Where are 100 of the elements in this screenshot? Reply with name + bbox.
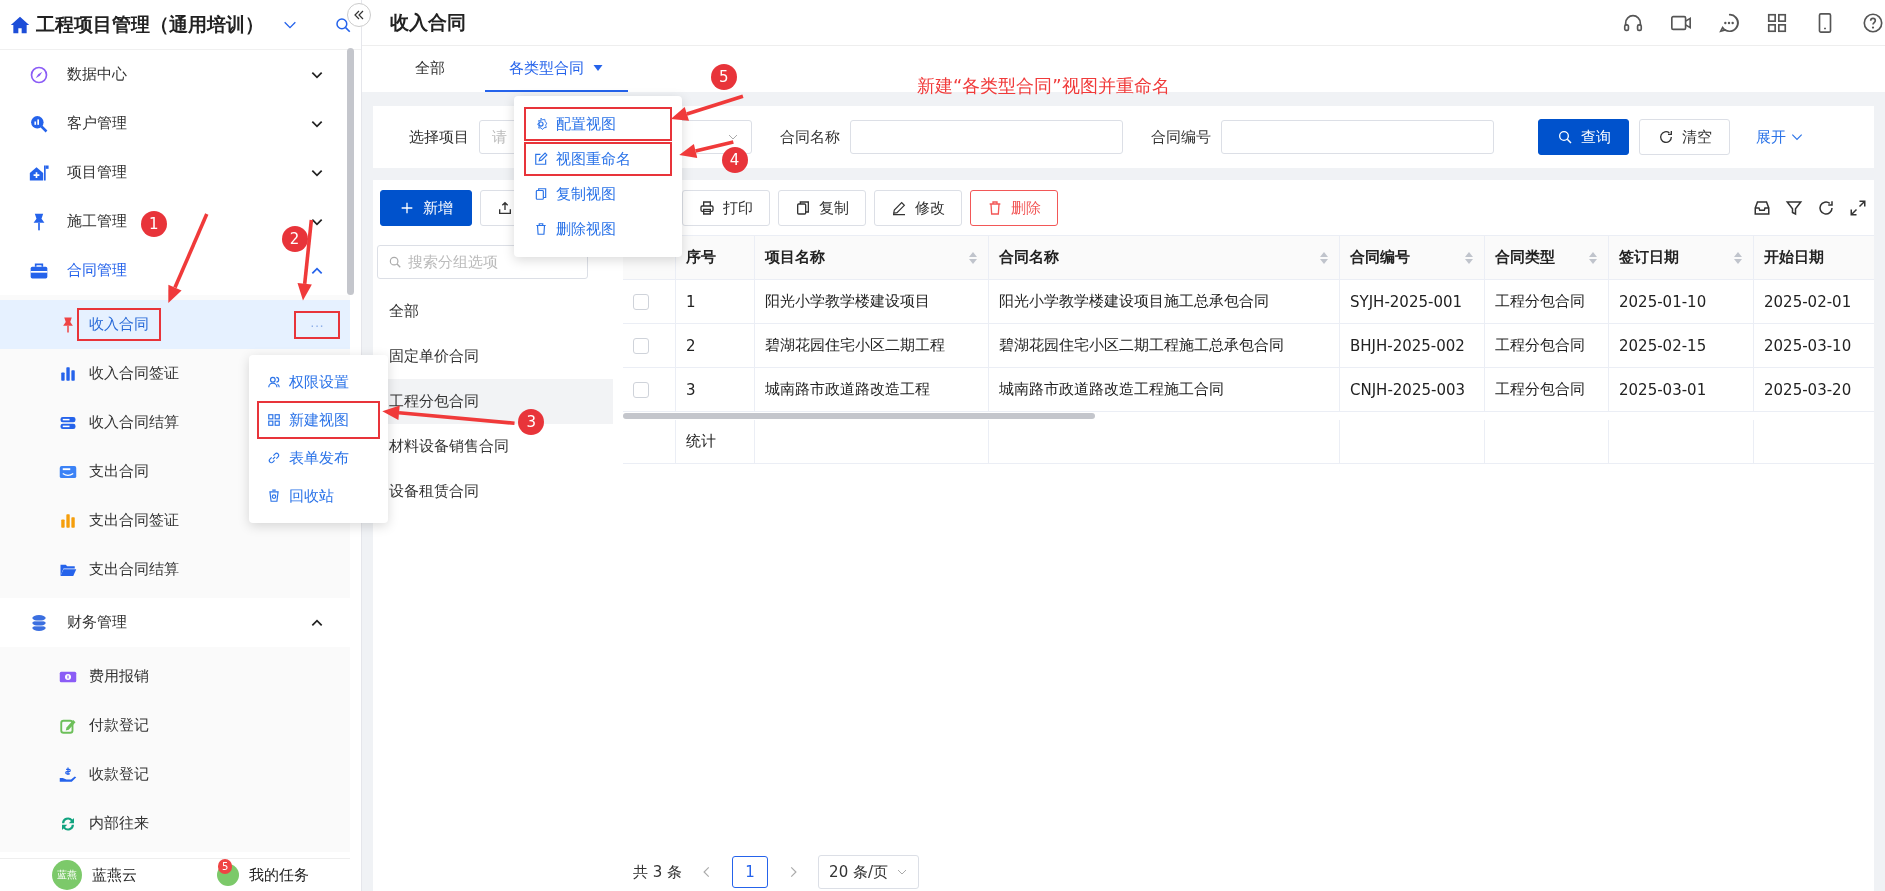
view-tab[interactable]: 各类型合同 — [485, 46, 628, 92]
row-checkbox[interactable] — [633, 381, 649, 398]
menu-option[interactable]: 删除视图 — [524, 212, 672, 246]
link-icon — [267, 451, 281, 465]
menu-item[interactable]: 支出合同结算 — [77, 553, 340, 586]
menu-group[interactable]: 财务管理 — [67, 613, 127, 631]
filter-button[interactable]: 查询 — [1538, 119, 1629, 155]
menu-group[interactable]: 项目管理 — [67, 163, 127, 181]
menu-item[interactable]: 费用报销 — [77, 660, 340, 693]
menu-group[interactable]: 数据中心 — [67, 65, 127, 83]
annotation-note: 新建“各类型合同”视图并重命名 — [917, 74, 1170, 98]
menu-item[interactable]: 收款登记 — [77, 758, 340, 791]
page-button[interactable]: 1 — [732, 856, 769, 888]
menu-item[interactable]: 内部往来 — [77, 807, 340, 840]
expand-link[interactable]: 展开 — [1756, 127, 1804, 147]
filter-label: 合同名称 — [780, 127, 840, 147]
help-icon[interactable] — [1862, 11, 1884, 34]
copy-icon — [534, 187, 548, 201]
scrollbar-thumb[interactable] — [347, 48, 354, 295]
table-cell: 阳光小学教学楼建设项目施工总承包合同 — [999, 292, 1269, 311]
bar-chart-icon — [59, 511, 77, 530]
menu-option[interactable]: 配置视图 — [524, 107, 672, 141]
filter-icon[interactable] — [1785, 199, 1803, 217]
table-cell: 城南路市政道路改造工程 — [765, 380, 930, 399]
menu-group[interactable]: 客户管理 — [67, 114, 127, 132]
users-icon — [267, 375, 281, 389]
printer-icon — [699, 200, 715, 216]
view-tab[interactable]: 全部 — [391, 46, 469, 92]
home-icon[interactable] — [10, 14, 30, 35]
table-cell: 1 — [686, 292, 696, 311]
menu-group[interactable]: 施工管理 — [67, 212, 127, 230]
filter-label: 选择项目 — [409, 127, 469, 147]
table-cell: 2025-01-10 — [1619, 292, 1707, 311]
table-cell: BHJH-2025-002 — [1350, 336, 1465, 355]
row-checkbox[interactable] — [633, 337, 649, 354]
inbox-icon[interactable] — [1753, 199, 1771, 217]
hand-coin-icon — [59, 765, 77, 784]
apps-icon[interactable] — [1766, 11, 1788, 34]
bar-chart-icon — [59, 364, 77, 383]
table-cell: 3 — [686, 380, 696, 399]
toolbar-button[interactable]: 修改 — [874, 190, 962, 226]
grid-icon — [267, 413, 281, 427]
toolbar-button[interactable]: 复制 — [778, 190, 866, 226]
text-field[interactable] — [1221, 120, 1494, 154]
pen-icon — [891, 200, 907, 216]
menu-option[interactable]: 复制视图 — [524, 177, 672, 211]
search-icon — [1556, 129, 1573, 145]
group-item[interactable]: 全部 — [373, 289, 613, 334]
menu-item[interactable]: 付款登记 — [77, 709, 340, 742]
table-cell: 2025-02-01 — [1764, 292, 1852, 311]
chat-icon[interactable] — [1718, 11, 1740, 34]
page-size-select[interactable]: 20 条/页 — [818, 855, 919, 889]
menu-group[interactable]: 合同管理 — [67, 261, 127, 279]
column-header[interactable]: 合同编号 — [1340, 236, 1485, 279]
search-icon[interactable] — [334, 15, 352, 34]
table-cell: 碧湖花园住宅小区二期工程施工总承包合同 — [999, 336, 1284, 355]
menu-option[interactable]: 视图重命名 — [524, 142, 672, 176]
refresh-icon[interactable] — [1817, 199, 1835, 217]
table-cell: 2025-03-10 — [1764, 336, 1852, 355]
column-header[interactable]: 签订日期 — [1609, 236, 1754, 279]
column-header[interactable]: 项目名称 — [755, 236, 989, 279]
table-cell: 碧湖花园住宅小区二期工程 — [765, 336, 945, 355]
column-header[interactable]: 合同类型 — [1485, 236, 1609, 279]
table-cell: 2025-03-01 — [1619, 380, 1707, 399]
filter-label: 合同编号 — [1151, 127, 1211, 147]
menu-option[interactable]: 表单发布 — [257, 439, 380, 477]
app-title: 工程项目管理（通用培训） — [36, 11, 264, 37]
row-checkbox[interactable] — [633, 293, 649, 310]
table-cell: SYJH-2025-001 — [1350, 292, 1463, 311]
table-cell: 2 — [686, 336, 696, 355]
column-header[interactable]: 合同名称 — [989, 236, 1340, 279]
page-title: 收入合同 — [390, 9, 466, 35]
magnifier-chart-icon — [29, 113, 49, 134]
compass-icon — [29, 64, 49, 85]
toolbar-button[interactable]: 打印 — [682, 190, 770, 226]
tasks-link[interactable]: 我的任务 — [249, 865, 309, 885]
summary-label: 统计 — [686, 432, 716, 451]
filter-button[interactable]: 清空 — [1639, 119, 1730, 155]
table-cell: 2025-02-15 — [1619, 336, 1707, 355]
trash-icon — [267, 489, 281, 503]
task-count-badge: 5 — [218, 859, 233, 874]
menu-option[interactable]: 回收站 — [257, 477, 380, 515]
upload-icon — [497, 200, 513, 216]
toolbar-button[interactable]: 新增 — [380, 190, 472, 226]
coins-icon — [29, 612, 49, 633]
user-name[interactable]: 蓝燕云 — [92, 865, 137, 885]
text-field[interactable] — [850, 120, 1123, 154]
plus-icon — [399, 200, 415, 216]
trash-icon — [534, 222, 548, 236]
fullscreen-icon[interactable] — [1849, 199, 1867, 217]
menu-item[interactable]: 收入合同 — [77, 308, 161, 341]
scrollbar-thumb[interactable] — [623, 413, 1095, 419]
table-cell: 2025-03-20 — [1764, 380, 1852, 399]
copy-icon — [795, 200, 811, 216]
table-cell: 城南路市政道路改造工程施工合同 — [999, 380, 1224, 399]
settings-icon — [534, 117, 548, 131]
column-header[interactable]: 开始日期 — [1754, 236, 1874, 279]
trash-icon — [987, 200, 1003, 216]
table-cell: 阳光小学教学楼建设项目 — [765, 292, 930, 311]
total-count: 共 3 条 — [633, 862, 683, 882]
